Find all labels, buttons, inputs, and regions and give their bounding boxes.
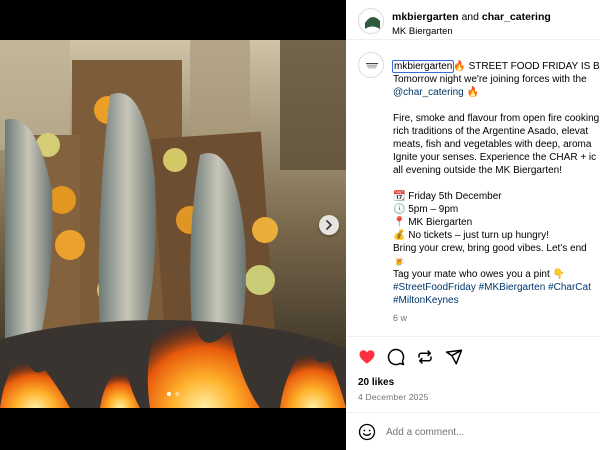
caption-line: Tag your mate who owes you a pint 👇 bbox=[393, 269, 565, 280]
action-bar bbox=[346, 336, 600, 376]
caption-line: rich traditions of the Argentine Asado, … bbox=[393, 126, 589, 137]
carousel-next-button[interactable] bbox=[319, 215, 339, 235]
caption-line: Bring your crew, bring good vibes. Let's… bbox=[393, 243, 587, 254]
post-caption: mkbiergarten🔥 STREET FOOD FRIDAY IS BACK… bbox=[391, 60, 600, 325]
authors-joiner: and bbox=[461, 11, 479, 23]
post-authors: mkbiergarten and char_catering bbox=[392, 11, 551, 23]
comment-input[interactable] bbox=[386, 424, 586, 440]
carousel-dot bbox=[175, 392, 179, 396]
avatar[interactable] bbox=[358, 8, 384, 34]
send-icon[interactable] bbox=[445, 348, 463, 366]
hashtag-links[interactable]: #StreetFoodFriday #MKBiergarten #CharCat bbox=[393, 281, 600, 294]
caption-line: Tomorrow night we're joining forces with… bbox=[393, 74, 587, 85]
emoji-icon[interactable] bbox=[358, 423, 376, 441]
caption-line: all evening outside the MK Biergarten! bbox=[393, 165, 562, 176]
caption-line: Fire, smoke and flavour from open fire c… bbox=[393, 113, 600, 124]
post-media bbox=[0, 0, 346, 450]
post-date: 4 December 2025 bbox=[358, 392, 429, 402]
author-link[interactable]: mkbiergarten bbox=[392, 11, 459, 23]
caption-line: 🕔 5pm – 9pm bbox=[393, 204, 459, 215]
caption-line: 🍺 bbox=[393, 256, 406, 267]
caption-area: mkbiergarten🔥 STREET FOOD FRIDAY IS BACK… bbox=[346, 40, 600, 336]
comment-bar bbox=[346, 412, 600, 450]
likes-count[interactable]: 20 likes bbox=[358, 377, 394, 388]
caption-line: 📍 MK Biergarten bbox=[393, 217, 473, 228]
post-photo[interactable] bbox=[0, 40, 346, 408]
caption-username[interactable]: mkbiergarten bbox=[391, 60, 455, 73]
carousel-dots bbox=[0, 392, 346, 396]
caption-line: Ignite your senses. Experience the CHAR … bbox=[393, 152, 597, 163]
post-time: 6 w bbox=[393, 313, 408, 323]
location-link[interactable]: MK Biergarten bbox=[392, 26, 453, 37]
caption-line: 💰 No tickets – just turn up hungry! bbox=[393, 230, 549, 241]
hashtag-links[interactable]: #MiltonKeynes bbox=[393, 294, 600, 307]
repost-icon[interactable] bbox=[416, 348, 434, 366]
caption-headline: 🔥 STREET FOOD FRIDAY IS BACK bbox=[453, 61, 600, 72]
collaborator-link[interactable]: char_catering bbox=[482, 11, 551, 23]
chevron-right-icon bbox=[326, 220, 332, 230]
caption-avatar[interactable] bbox=[358, 52, 384, 78]
carousel-dot bbox=[167, 392, 171, 396]
caption-line: meats, fish and vegetables with deep, ar… bbox=[393, 139, 592, 150]
post-panel: mkbiergarten and char_catering MK Bierga… bbox=[346, 0, 600, 450]
caption-line: 📆 Friday 5th December bbox=[393, 191, 502, 202]
mention-link[interactable]: @char_catering 🔥 bbox=[393, 86, 600, 99]
heart-filled-icon[interactable] bbox=[358, 348, 376, 366]
post-header: mkbiergarten and char_catering MK Bierga… bbox=[346, 0, 600, 40]
comment-icon[interactable] bbox=[387, 348, 405, 366]
